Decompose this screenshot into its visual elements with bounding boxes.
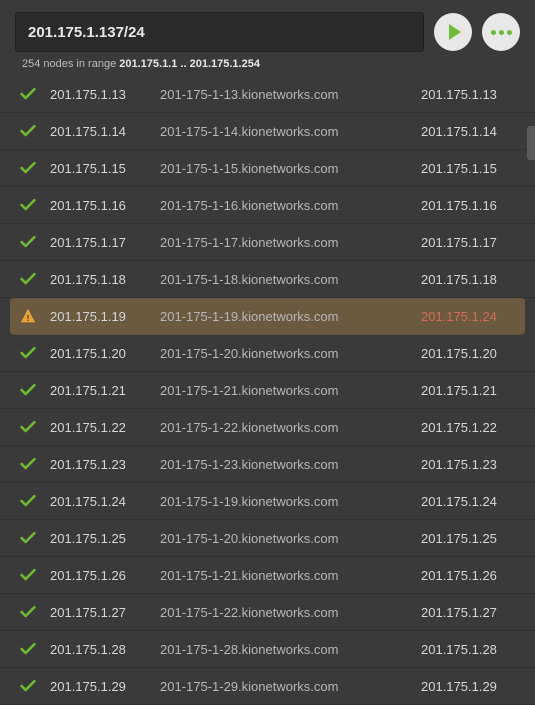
hostname-cell: 201-175-1-22.kionetworks.com — [160, 605, 421, 620]
hostname-cell: 201-175-1-13.kionetworks.com — [160, 87, 421, 102]
table-row[interactable]: ! 201.175.1.19201-175-1-19.kionetworks.co… — [10, 298, 525, 335]
resolved-ip-cell: 201.175.1.28 — [421, 642, 521, 657]
run-button[interactable] — [434, 13, 472, 51]
table-row[interactable]: 201.175.1.17201-175-1-17.kionetworks.com… — [0, 224, 535, 261]
table-row[interactable]: 201.175.1.26201-175-1-21.kionetworks.com… — [0, 557, 535, 594]
check-icon — [20, 346, 50, 360]
hostname-cell: 201-175-1-21.kionetworks.com — [160, 383, 421, 398]
ip-cell: 201.175.1.24 — [50, 494, 160, 509]
ip-cell: 201.175.1.17 — [50, 235, 160, 250]
check-icon — [20, 420, 50, 434]
table-row[interactable]: 201.175.1.21201-175-1-21.kionetworks.com… — [0, 372, 535, 409]
resolved-ip-cell: 201.175.1.15 — [421, 161, 521, 176]
hostname-cell: 201-175-1-18.kionetworks.com — [160, 272, 421, 287]
hostname-cell: 201-175-1-20.kionetworks.com — [160, 531, 421, 546]
table-row[interactable]: 201.175.1.20201-175-1-20.kionetworks.com… — [0, 335, 535, 372]
play-icon — [449, 24, 461, 40]
hostname-cell: 201-175-1-22.kionetworks.com — [160, 420, 421, 435]
top-bar — [0, 0, 535, 58]
check-icon — [20, 457, 50, 471]
table-row[interactable]: 201.175.1.23201-175-1-23.kionetworks.com… — [0, 446, 535, 483]
hostname-cell: 201-175-1-14.kionetworks.com — [160, 124, 421, 139]
ip-cell: 201.175.1.22 — [50, 420, 160, 435]
ip-cell: 201.175.1.26 — [50, 568, 160, 583]
table-row[interactable]: 201.175.1.16201-175-1-16.kionetworks.com… — [0, 187, 535, 224]
ip-cell: 201.175.1.18 — [50, 272, 160, 287]
hostname-cell: 201-175-1-28.kionetworks.com — [160, 642, 421, 657]
check-icon — [20, 161, 50, 175]
check-icon — [20, 198, 50, 212]
warning-icon: ! — [20, 308, 50, 324]
range-prefix: 254 nodes in range — [22, 58, 119, 70]
results-list: 201.175.1.13201-175-1-13.kionetworks.com… — [0, 76, 535, 705]
resolved-ip-cell: 201.175.1.24 — [421, 309, 521, 324]
resolved-ip-cell: 201.175.1.17 — [421, 235, 521, 250]
resolved-ip-cell: 201.175.1.23 — [421, 457, 521, 472]
ip-cell: 201.175.1.20 — [50, 346, 160, 361]
ip-cell: 201.175.1.25 — [50, 531, 160, 546]
hostname-cell: 201-175-1-19.kionetworks.com — [160, 494, 421, 509]
hostname-cell: 201-175-1-16.kionetworks.com — [160, 198, 421, 213]
resolved-ip-cell: 201.175.1.20 — [421, 346, 521, 361]
resolved-ip-cell: 201.175.1.25 — [421, 531, 521, 546]
resolved-ip-cell: 201.175.1.13 — [421, 87, 521, 102]
ip-cell: 201.175.1.28 — [50, 642, 160, 657]
ellipsis-icon — [491, 30, 512, 35]
ip-cell: 201.175.1.19 — [50, 309, 160, 324]
ip-cell: 201.175.1.16 — [50, 198, 160, 213]
range-start: 201.175.1.1 — [119, 58, 177, 70]
search-input[interactable] — [15, 12, 424, 52]
check-icon — [20, 87, 50, 101]
hostname-cell: 201-175-1-21.kionetworks.com — [160, 568, 421, 583]
table-row[interactable]: 201.175.1.29201-175-1-29.kionetworks.com… — [0, 668, 535, 705]
check-icon — [20, 235, 50, 249]
check-icon — [20, 679, 50, 693]
ip-cell: 201.175.1.27 — [50, 605, 160, 620]
table-row[interactable]: 201.175.1.28201-175-1-28.kionetworks.com… — [0, 631, 535, 668]
svg-text:!: ! — [27, 314, 30, 323]
table-row[interactable]: 201.175.1.27201-175-1-22.kionetworks.com… — [0, 594, 535, 631]
resolved-ip-cell: 201.175.1.16 — [421, 198, 521, 213]
hostname-cell: 201-175-1-19.kionetworks.com — [160, 309, 421, 324]
more-button[interactable] — [482, 13, 520, 51]
table-row[interactable]: 201.175.1.22201-175-1-22.kionetworks.com… — [0, 409, 535, 446]
table-row[interactable]: 201.175.1.18201-175-1-18.kionetworks.com… — [0, 261, 535, 298]
resolved-ip-cell: 201.175.1.24 — [421, 494, 521, 509]
resolved-ip-cell: 201.175.1.26 — [421, 568, 521, 583]
check-icon — [20, 531, 50, 545]
ip-cell: 201.175.1.15 — [50, 161, 160, 176]
check-icon — [20, 272, 50, 286]
resolved-ip-cell: 201.175.1.21 — [421, 383, 521, 398]
check-icon — [20, 494, 50, 508]
scrollbar-thumb[interactable] — [527, 126, 535, 160]
table-row[interactable]: 201.175.1.15201-175-1-15.kionetworks.com… — [0, 150, 535, 187]
resolved-ip-cell: 201.175.1.14 — [421, 124, 521, 139]
ip-cell: 201.175.1.23 — [50, 457, 160, 472]
check-icon — [20, 642, 50, 656]
hostname-cell: 201-175-1-23.kionetworks.com — [160, 457, 421, 472]
resolved-ip-cell: 201.175.1.22 — [421, 420, 521, 435]
check-icon — [20, 383, 50, 397]
hostname-cell: 201-175-1-20.kionetworks.com — [160, 346, 421, 361]
resolved-ip-cell: 201.175.1.18 — [421, 272, 521, 287]
table-row[interactable]: 201.175.1.24201-175-1-19.kionetworks.com… — [0, 483, 535, 520]
check-icon — [20, 124, 50, 138]
ip-cell: 201.175.1.13 — [50, 87, 160, 102]
check-icon — [20, 568, 50, 582]
range-info: 254 nodes in range 201.175.1.1 .. 201.17… — [0, 58, 535, 76]
hostname-cell: 201-175-1-15.kionetworks.com — [160, 161, 421, 176]
ip-cell: 201.175.1.21 — [50, 383, 160, 398]
table-row[interactable]: 201.175.1.25201-175-1-20.kionetworks.com… — [0, 520, 535, 557]
table-row[interactable]: 201.175.1.13201-175-1-13.kionetworks.com… — [0, 76, 535, 113]
ip-cell: 201.175.1.14 — [50, 124, 160, 139]
check-icon — [20, 605, 50, 619]
resolved-ip-cell: 201.175.1.27 — [421, 605, 521, 620]
range-end: 201.175.1.254 — [190, 58, 260, 70]
table-row[interactable]: 201.175.1.14201-175-1-14.kionetworks.com… — [0, 113, 535, 150]
hostname-cell: 201-175-1-17.kionetworks.com — [160, 235, 421, 250]
range-sep: .. — [177, 58, 189, 70]
